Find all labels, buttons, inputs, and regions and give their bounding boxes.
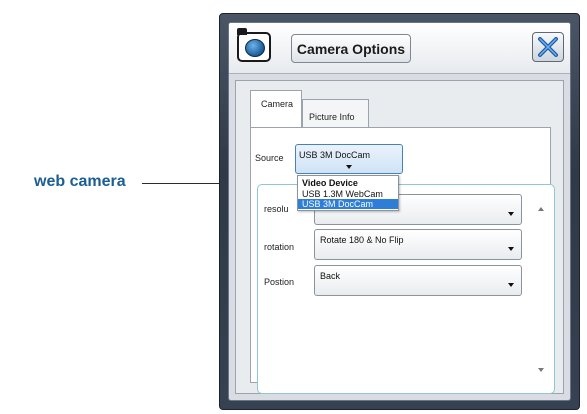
- rotation-label: rotation: [264, 242, 295, 252]
- position-label: Postion: [264, 277, 295, 287]
- position-select[interactable]: Back: [314, 265, 522, 296]
- chevron-down-icon: [508, 212, 514, 216]
- close-icon: [538, 37, 558, 57]
- rotation-value: Rotate 180 & No Flip: [320, 235, 404, 245]
- source-selected-value: USB 3M DocCam: [299, 150, 371, 160]
- camera-notch: [237, 28, 247, 35]
- camera-icon[interactable]: [237, 28, 271, 62]
- dropdown-header: Video Device: [302, 178, 358, 188]
- source-dropdown-list: Video Device USB 1.3M WebCam USB 3M DocC…: [297, 175, 399, 211]
- chevron-down-icon: [508, 247, 514, 251]
- camera-tab-content: Source USB 3M DocCam resolu rotation Rot…: [250, 127, 555, 394]
- callout-label: web camera: [34, 173, 126, 190]
- options-panel: Camera Picture Info Source USB 3M DocCam…: [235, 80, 564, 394]
- tab-picture-info[interactable]: Picture Info: [302, 99, 369, 128]
- scroll-up-icon[interactable]: [538, 207, 544, 211]
- close-button[interactable]: [532, 32, 564, 62]
- dropdown-item-doccam[interactable]: USB 3M DocCam: [298, 199, 398, 209]
- dropdown-item-webcam[interactable]: USB 1.3M WebCam: [298, 189, 398, 199]
- resolution-label: resolu: [264, 204, 289, 214]
- source-select[interactable]: USB 3M DocCam: [295, 144, 403, 174]
- chevron-down-icon: [346, 165, 352, 169]
- window-title[interactable]: Camera Options: [291, 34, 411, 63]
- camera-lens: [245, 39, 265, 57]
- tab-camera[interactable]: Camera: [250, 90, 302, 128]
- scroll-down-icon[interactable]: [538, 368, 544, 372]
- chevron-down-icon: [508, 283, 514, 287]
- window-header: Camera Options: [229, 23, 570, 74]
- position-value: Back: [320, 271, 341, 281]
- source-label: Source: [255, 153, 284, 163]
- settings-group: resolu rotation Rotate 180 & No Flip Pos…: [257, 184, 555, 394]
- rotation-select[interactable]: Rotate 180 & No Flip: [314, 229, 522, 260]
- camera-options-window: Camera Options Camera Picture Info Sourc…: [219, 13, 580, 410]
- window-frame: Camera Options Camera Picture Info Sourc…: [228, 22, 571, 401]
